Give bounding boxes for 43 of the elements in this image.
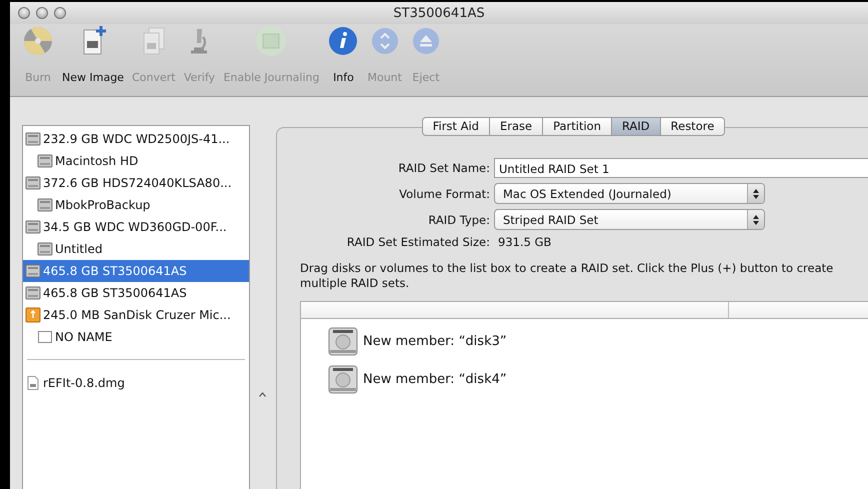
popup-menu[interactable]: Striped RAID Set xyxy=(494,209,765,230)
up-down-arrows-icon xyxy=(747,184,764,203)
field-label: RAID Set Name: xyxy=(397,161,490,175)
up-down-arrows-icon xyxy=(747,210,764,229)
burn-icon xyxy=(22,25,54,57)
close-button[interactable] xyxy=(18,7,30,19)
popup-menu[interactable]: Mac OS Extended (Journaled) xyxy=(494,183,765,204)
toolbar-button[interactable]: Info xyxy=(323,25,364,84)
sidebar-item[interactable]: Untitled xyxy=(23,238,249,260)
journal-icon xyxy=(255,25,288,57)
sidebar-item[interactable]: rEFIt-0.8.dmg xyxy=(23,372,249,394)
tab[interactable]: Restore xyxy=(660,117,726,136)
field-label: RAID Type: xyxy=(427,212,490,226)
tab[interactable]: First Aid xyxy=(422,117,490,136)
minimize-button[interactable] xyxy=(36,7,48,19)
caret-icon xyxy=(259,392,266,397)
info-icon xyxy=(327,25,360,57)
field-label: Volume Format: xyxy=(398,186,490,200)
member-list[interactable]: New member: “disk3” New member: “disk4” xyxy=(300,301,868,489)
field-label: RAID Set Estimated Size: xyxy=(346,235,490,249)
tab[interactable]: RAID xyxy=(612,117,661,136)
sidebar-item[interactable]: NO NAME xyxy=(23,326,249,348)
sidebar-item[interactable]: 34.5 GB WDC WD360GD-00F... xyxy=(23,216,249,238)
volume-icon xyxy=(37,329,53,345)
sidebar-item[interactable]: MbokProBackup xyxy=(23,194,249,216)
tab[interactable]: Erase xyxy=(490,117,544,136)
toolbar-button[interactable]: New Image xyxy=(58,25,128,84)
instructions-text: Drag disks or volumes to the list box to create a RAID set. Click the Plus (+) button to create multiple RAID sets. xyxy=(300,261,834,291)
disk-image-icon xyxy=(25,375,41,391)
sidebar-item[interactable]: Macintosh HD xyxy=(23,150,249,172)
size-value: 931.5 GB xyxy=(497,235,552,249)
tab[interactable]: Partition xyxy=(543,117,612,136)
member-name[interactable]: New member: “disk4” xyxy=(363,372,507,386)
sidebar-item[interactable]: 465.8 GB ST3500641AS xyxy=(23,282,249,304)
member-name[interactable]: New member: “disk3” xyxy=(363,334,507,348)
text-field[interactable]: Untitled RAID Set 1 xyxy=(494,158,868,178)
zoom-button[interactable] xyxy=(54,7,66,19)
sidebar-item[interactable]: 465.8 GB ST3500641AS xyxy=(23,260,249,282)
sidebar-item[interactable]: 372.6 GB HDS724040KLSA80... xyxy=(23,172,249,194)
sidebar-item[interactable]: 245.0 MB SanDisk Cruzer Mic... xyxy=(23,304,249,326)
sidebar-item[interactable]: 232.9 GB WDC WD2500JS-41... xyxy=(23,128,249,150)
usb-drive-icon xyxy=(25,307,41,323)
window-title: ST3500641AS xyxy=(393,6,485,20)
